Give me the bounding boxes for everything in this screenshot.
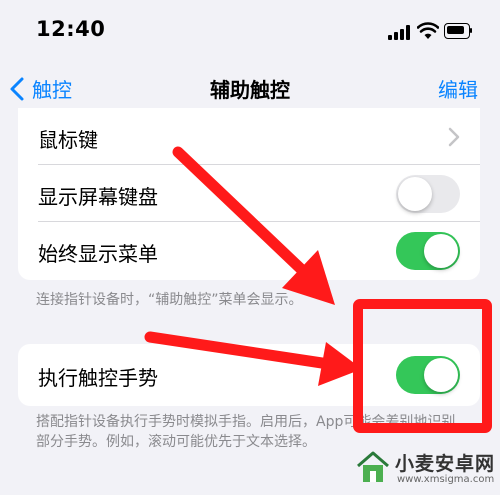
group1-footnote: 连接指针设备时，“辅助触控”菜单会显示。 <box>36 292 303 308</box>
watermark: 小麦安卓网 www.xmsigma.com <box>355 446 495 490</box>
watermark-url: www.xmsigma.com <box>397 474 495 485</box>
chevron-right-icon <box>448 127 460 147</box>
battery-icon <box>444 23 472 39</box>
row-label: 显示屏幕键盘 <box>38 185 158 209</box>
cellular-signal-icon <box>388 24 412 40</box>
wifi-icon <box>417 22 439 39</box>
status-time: 12:40 <box>36 17 106 41</box>
house-logo-icon <box>357 451 389 482</box>
row-label: 鼠标键 <box>38 128 98 152</box>
gesture-settings-group: 执行触控手势 <box>18 344 480 406</box>
watermark-text: 小麦安卓网 <box>395 453 496 475</box>
row-perform-touch-gestures: 执行触控手势 <box>18 344 480 406</box>
always-show-menu-toggle[interactable] <box>396 232 460 270</box>
pointer-settings-group: 鼠标键 显示屏幕键盘 始终显示菜单 <box>18 108 480 280</box>
row-label: 始终显示菜单 <box>38 242 158 266</box>
edit-button[interactable]: 编辑 <box>438 74 478 103</box>
perform-touch-gestures-toggle[interactable] <box>396 356 460 394</box>
show-onscreen-keyboard-toggle[interactable] <box>396 175 460 213</box>
status-bar: 12:40 <box>0 0 500 62</box>
page-title: 辅助触控 <box>210 78 290 102</box>
row-label: 执行触控手势 <box>38 366 158 390</box>
row-show-onscreen-keyboard: 显示屏幕键盘 <box>18 165 480 222</box>
row-mouse-keys[interactable]: 鼠标键 <box>18 108 480 165</box>
row-always-show-menu: 始终显示菜单 <box>18 222 480 279</box>
